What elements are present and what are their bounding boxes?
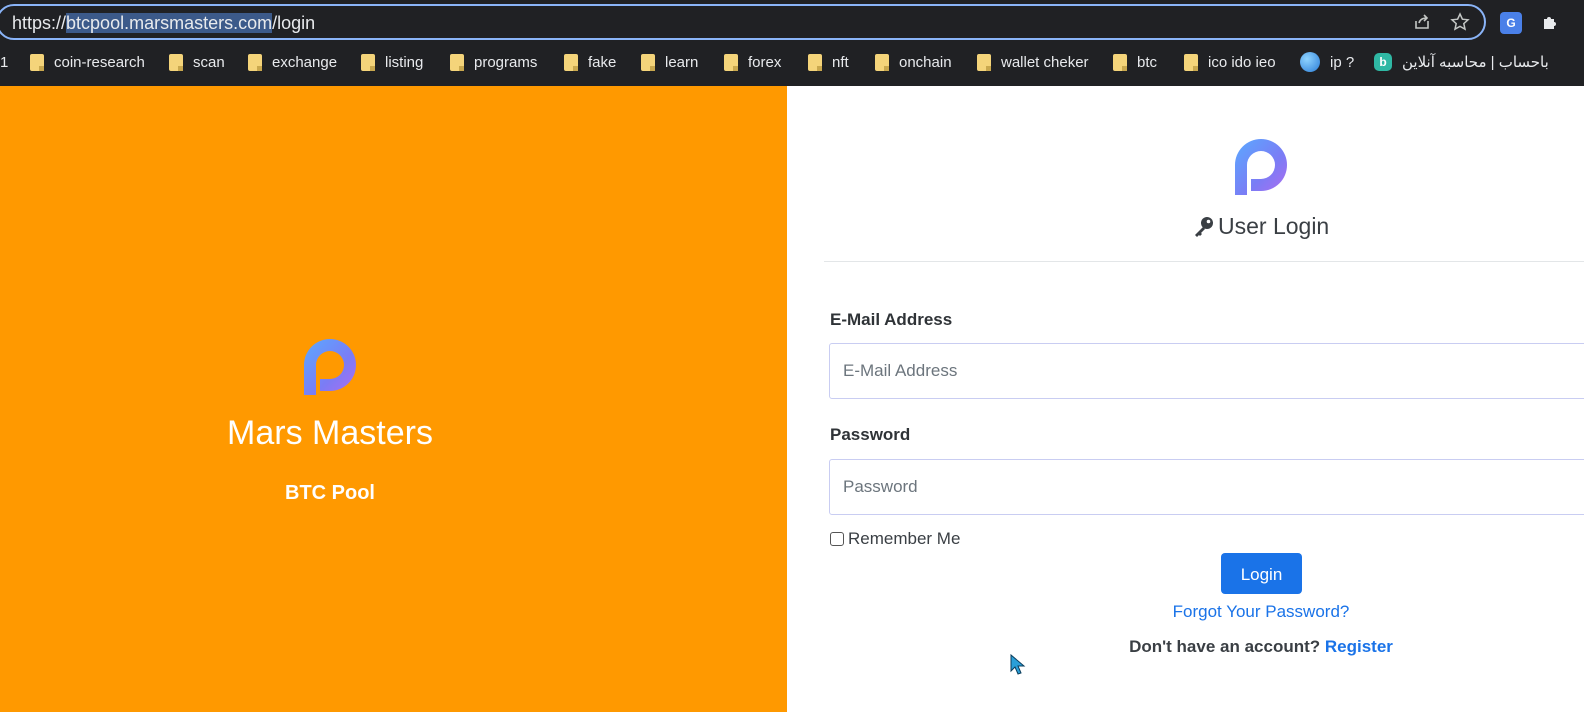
bookmark-folder[interactable]: exchange: [248, 48, 337, 76]
folder-icon: [875, 53, 889, 71]
mars-masters-logo-icon: [1235, 139, 1287, 195]
bookmark-folder[interactable]: forex: [724, 48, 781, 76]
bookmark-label: باحساب | محاسبه آنلاین: [1402, 54, 1549, 71]
bookmark-folder[interactable]: wallet cheker: [977, 48, 1089, 76]
bookmark-item[interactable]: 1: [0, 48, 8, 76]
brand-panel: Mars Masters BTC Pool: [0, 86, 787, 712]
bookmark-folder[interactable]: programs: [450, 48, 537, 76]
remember-me-label: Remember Me: [848, 529, 961, 548]
bookmark-label: learn: [665, 53, 699, 71]
mouse-cursor-icon: [1010, 654, 1026, 675]
password-label: Password: [830, 425, 911, 444]
login-title: User Login: [1192, 212, 1329, 240]
header-divider: [824, 261, 1584, 262]
login-button[interactable]: Login: [1221, 553, 1302, 594]
bookmark-label: ip ?: [1330, 53, 1355, 71]
bookmark-label: ico ido ieo: [1208, 53, 1276, 71]
folder-icon: [641, 53, 655, 71]
bookmark-folder[interactable]: fake: [564, 48, 616, 76]
folder-icon: [977, 53, 991, 71]
share-icon[interactable]: [1410, 12, 1434, 36]
translate-extension-icon[interactable]: G: [1500, 12, 1522, 34]
login-panel: User Login E-Mail Address Password Remem…: [787, 86, 1584, 712]
bookmarks-bar: 1 coin-research scan exchange listing pr…: [0, 48, 1584, 76]
bookmark-folder[interactable]: btc: [1113, 48, 1157, 76]
bookmark-item[interactable]: b باحساب | محاسبه آنلاین: [1374, 48, 1549, 76]
bookmark-star-icon[interactable]: [1448, 12, 1472, 36]
mars-masters-logo-icon: [304, 339, 356, 395]
bookmark-folder[interactable]: onchain: [875, 48, 952, 76]
bookmark-folder[interactable]: coin-research: [30, 48, 145, 76]
brand-subtitle: BTC Pool: [285, 482, 375, 504]
bookmark-item[interactable]: ip ?: [1300, 48, 1354, 76]
bookmark-folder[interactable]: listing: [361, 48, 423, 76]
bookmark-label: exchange: [272, 53, 338, 71]
folder-icon: [169, 53, 183, 71]
register-link[interactable]: Register: [1325, 637, 1393, 656]
bookmark-label: programs: [474, 53, 538, 71]
url-prefix: https://: [12, 13, 67, 33]
globe-icon: [1300, 52, 1320, 72]
email-label: E-Mail Address: [830, 310, 953, 329]
brand-name: Mars Masters: [227, 414, 433, 452]
remember-me-checkbox[interactable]: [830, 532, 844, 546]
bookmark-label: onchain: [899, 53, 952, 71]
bookmark-folder[interactable]: learn: [641, 48, 698, 76]
folder-icon: [564, 53, 578, 71]
bale-icon: b: [1374, 53, 1392, 71]
password-field[interactable]: [829, 459, 1584, 515]
bookmark-folder[interactable]: ico ido ieo: [1184, 48, 1276, 76]
bookmark-label: nft: [832, 53, 849, 71]
bookmark-label: btc: [1137, 53, 1158, 71]
bookmark-label: wallet cheker: [1001, 53, 1089, 71]
login-title-text: User Login: [1218, 213, 1330, 239]
url-path: /login: [272, 13, 316, 33]
address-bar[interactable]: https://btcpool.marsmasters.com/login: [0, 4, 1486, 40]
folder-icon: [808, 53, 822, 71]
forgot-password-link[interactable]: Forgot Your Password?: [787, 602, 1584, 622]
bookmark-label: coin-research: [54, 53, 145, 71]
bookmark-folder[interactable]: nft: [808, 48, 849, 76]
folder-icon: [248, 53, 262, 71]
folder-icon: [1184, 53, 1198, 71]
folder-icon: [30, 53, 44, 71]
bookmark-folder[interactable]: scan: [169, 48, 225, 76]
bookmark-label: fake: [588, 53, 617, 71]
url-text[interactable]: https://btcpool.marsmasters.com/login: [12, 13, 315, 33]
register-prompt: Don't have an account? Register: [787, 637, 1584, 657]
folder-icon: [361, 53, 375, 71]
bookmark-label: scan: [193, 53, 225, 71]
key-icon: [1195, 217, 1213, 237]
bookmark-label: 1: [0, 53, 9, 71]
folder-icon: [450, 53, 464, 71]
bookmark-label: forex: [748, 53, 782, 71]
folder-icon: [1113, 53, 1127, 71]
bookmark-label: listing: [385, 53, 424, 71]
email-field[interactable]: [829, 343, 1584, 399]
extensions-puzzle-icon[interactable]: [1540, 12, 1562, 34]
no-account-text: Don't have an account?: [1129, 637, 1321, 656]
remember-me[interactable]: Remember Me: [830, 529, 960, 549]
browser-chrome: https://btcpool.marsmasters.com/login G …: [0, 0, 1584, 86]
folder-icon: [724, 53, 738, 71]
url-host: btcpool.marsmasters.com: [66, 13, 273, 33]
